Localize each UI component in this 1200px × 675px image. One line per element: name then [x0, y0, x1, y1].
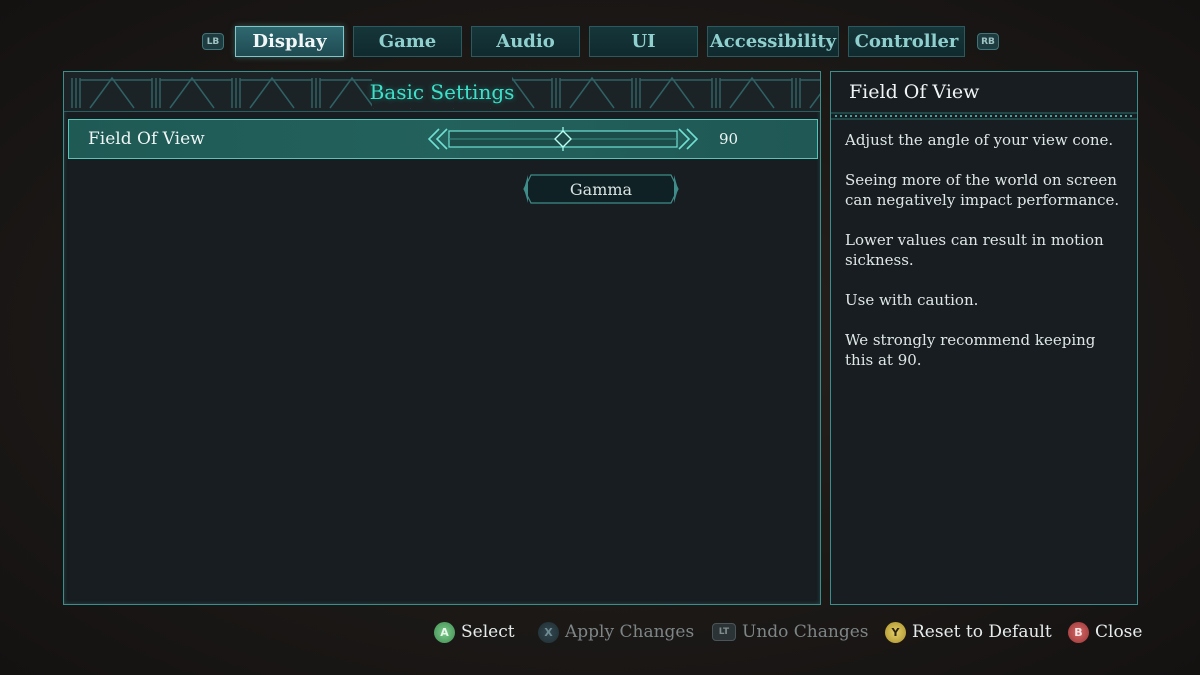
dotted-divider — [831, 112, 1137, 120]
prompt-reset-to-default[interactable]: Y Reset to Default — [885, 619, 1052, 645]
info-paragraph: Use with caution. — [845, 291, 979, 309]
prompt-label: Undo Changes — [742, 622, 869, 642]
button-prompts: A Select X Apply Changes LT Undo Changes… — [0, 619, 1200, 645]
section-header: Basic Settings — [64, 72, 820, 112]
tab-accessibility[interactable]: Accessibility — [707, 26, 839, 57]
b-button-icon: B — [1068, 621, 1089, 643]
tab-display[interactable]: Display — [235, 26, 344, 57]
prompt-apply-changes[interactable]: X Apply Changes — [538, 619, 694, 645]
info-paragraph: Lower values can result in motion sickne… — [845, 231, 1104, 269]
lt-trigger-icon: LT — [712, 623, 736, 641]
setting-row-field-of-view[interactable]: Field Of View 90 — [68, 119, 818, 159]
lb-bumper-icon[interactable]: LB — [202, 33, 224, 50]
rb-bumper-icon[interactable]: RB — [977, 33, 999, 50]
info-paragraph: Adjust the angle of your view cone. — [845, 131, 1114, 149]
info-title: Field Of View — [849, 81, 980, 103]
tab-ui[interactable]: UI — [589, 26, 698, 57]
tab-bar: LB Display Game Audio UI Accessibility C… — [0, 26, 1200, 57]
fov-slider[interactable] — [427, 127, 699, 151]
prompt-label: Select — [461, 622, 515, 642]
setting-label: Field Of View — [88, 129, 205, 149]
prompt-undo-changes[interactable]: LT Undo Changes — [712, 619, 869, 645]
prompt-label: Reset to Default — [912, 622, 1052, 642]
x-button-icon: X — [538, 621, 559, 643]
gamma-label: Gamma — [569, 179, 633, 199]
tab-audio[interactable]: Audio — [471, 26, 580, 57]
tab-controller[interactable]: Controller — [848, 26, 965, 57]
info-panel: Field Of View Adjust the angle of your v… — [830, 71, 1138, 605]
section-title: Basic Settings — [369, 80, 515, 104]
info-body: Adjust the angle of your view cone. Seei… — [845, 130, 1127, 390]
info-paragraph: We strongly recommend keeping this at 90… — [845, 331, 1096, 369]
y-button-icon: Y — [885, 621, 906, 643]
prompt-label: Close — [1095, 622, 1143, 642]
prompt-close[interactable]: B Close — [1068, 619, 1142, 645]
tab-game[interactable]: Game — [353, 26, 462, 57]
a-button-icon: A — [434, 621, 455, 643]
prompt-label: Apply Changes — [565, 622, 695, 642]
prompt-select[interactable]: A Select — [434, 619, 515, 645]
chevron-right-icon — [678, 128, 691, 150]
info-paragraph: Seeing more of the world on screen can n… — [845, 171, 1120, 209]
gamma-button[interactable]: Gamma — [523, 174, 679, 204]
settings-panel: Basic Settings Field Of View 90 Gamma — [63, 71, 821, 605]
chevron-left-icon — [435, 128, 448, 150]
fov-value: 90 — [719, 130, 739, 148]
